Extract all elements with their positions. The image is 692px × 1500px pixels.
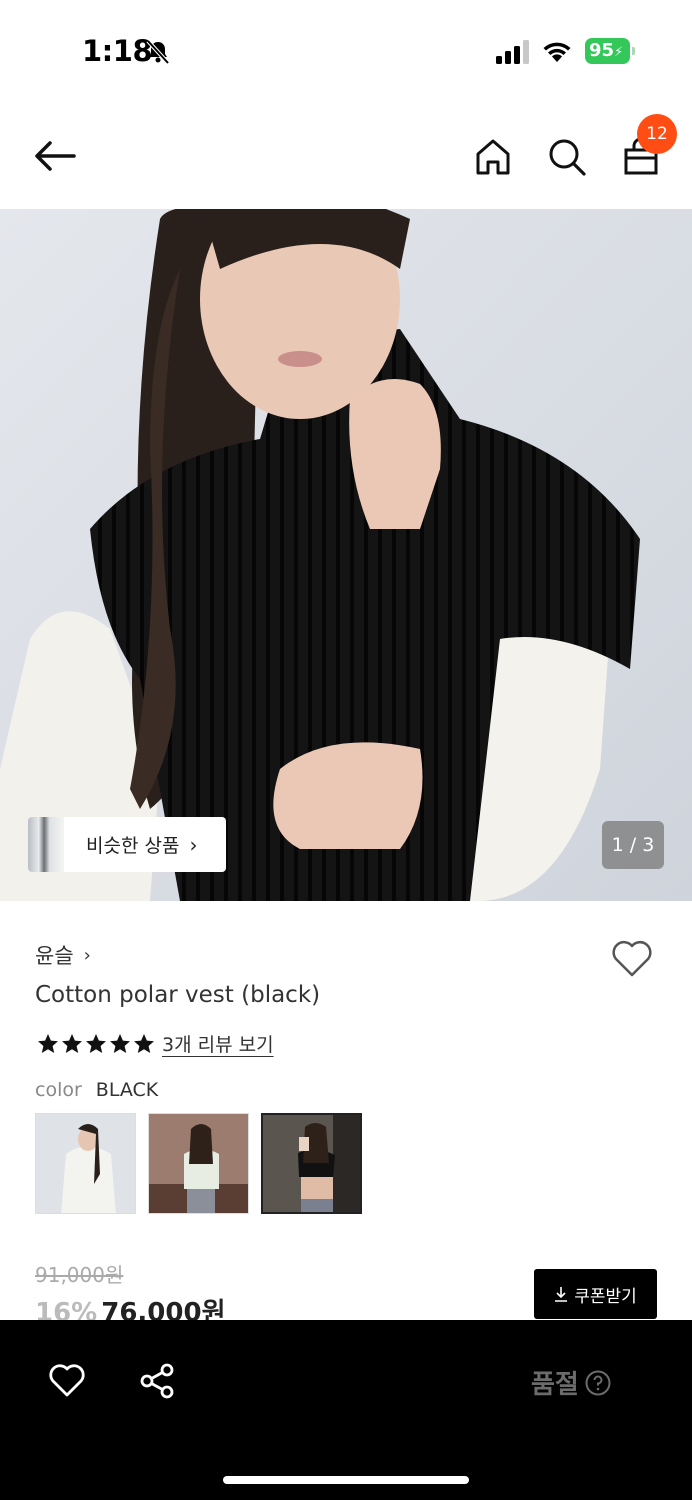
- color-label: color: [35, 1079, 82, 1101]
- image-page-indicator: 1 / 3: [602, 821, 664, 869]
- color-swatch-3[interactable]: [261, 1113, 362, 1214]
- similar-products-thumbnail: [28, 817, 64, 872]
- battery-percent: 95: [589, 40, 615, 61]
- similar-products-label: 비슷한 상품: [86, 835, 180, 857]
- brand-name: 윤슬: [35, 944, 74, 968]
- heart-icon[interactable]: [48, 1362, 86, 1398]
- swatch-image: [149, 1114, 248, 1213]
- similar-products-button[interactable]: 비슷한 상품 ›: [28, 817, 226, 872]
- swatch-image: [36, 1114, 135, 1213]
- original-price: 91,000원: [35, 1263, 124, 1287]
- status-bar: 1:18 95⚡: [0, 0, 692, 100]
- color-value: BLACK: [95, 1079, 159, 1101]
- coupon-button-label: 쿠폰받기: [574, 1286, 637, 1307]
- discount-rate: 16%: [35, 1298, 98, 1320]
- battery-cap: [632, 47, 635, 55]
- cart-count-badge: 12: [637, 114, 677, 154]
- product-name: Cotton polar vest (black): [35, 982, 321, 1008]
- brand-link[interactable]: 윤슬 ›: [35, 940, 91, 970]
- home-indicator[interactable]: [223, 1476, 469, 1484]
- bottom-action-bar: 품절: [0, 1320, 692, 1500]
- share-icon[interactable]: [138, 1362, 176, 1400]
- product-image[interactable]: [0, 209, 692, 901]
- review-link[interactable]: 3개 리뷰 보기: [162, 1030, 274, 1057]
- star-icon: [38, 1033, 58, 1053]
- color-swatches: [35, 1113, 374, 1214]
- soldout-label: 품절: [531, 1370, 579, 1400]
- wishlist-heart-icon[interactable]: [610, 938, 654, 978]
- search-icon[interactable]: [546, 136, 588, 178]
- battery-indicator: 95⚡: [585, 38, 635, 64]
- color-swatch-2[interactable]: [148, 1113, 249, 1214]
- battery-level: 95⚡: [585, 38, 630, 64]
- top-navigation: [0, 100, 692, 210]
- color-option-row: color BLACK: [35, 1079, 158, 1101]
- chevron-right-icon: ›: [189, 832, 198, 857]
- sale-price: 76,000원: [101, 1298, 226, 1320]
- product-photo: [0, 209, 692, 901]
- soldout-status: 품절: [531, 1364, 611, 1401]
- status-time: 1:18: [82, 34, 153, 68]
- color-swatch-1[interactable]: [35, 1113, 136, 1214]
- star-icon: [110, 1033, 130, 1053]
- swatch-image: [263, 1115, 360, 1212]
- back-arrow-icon[interactable]: [30, 136, 80, 176]
- coupon-download-button[interactable]: 쿠폰받기: [534, 1269, 657, 1319]
- rating-stars: [36, 1032, 156, 1056]
- signal-icon: [496, 40, 529, 64]
- download-icon: [555, 1287, 568, 1302]
- star-icon: [86, 1033, 106, 1053]
- charging-icon: ⚡: [614, 45, 624, 60]
- help-circle-icon[interactable]: [585, 1370, 611, 1396]
- star-icon: [134, 1033, 154, 1053]
- home-icon[interactable]: [472, 136, 514, 178]
- star-icon: [62, 1033, 82, 1053]
- wifi-icon: [543, 42, 571, 62]
- bell-slash-icon: [146, 39, 170, 65]
- rating-row: 3개 리뷰 보기: [36, 1030, 274, 1057]
- price-row: 16% 76,000원: [35, 1292, 226, 1320]
- chevron-right-icon: ›: [83, 944, 91, 966]
